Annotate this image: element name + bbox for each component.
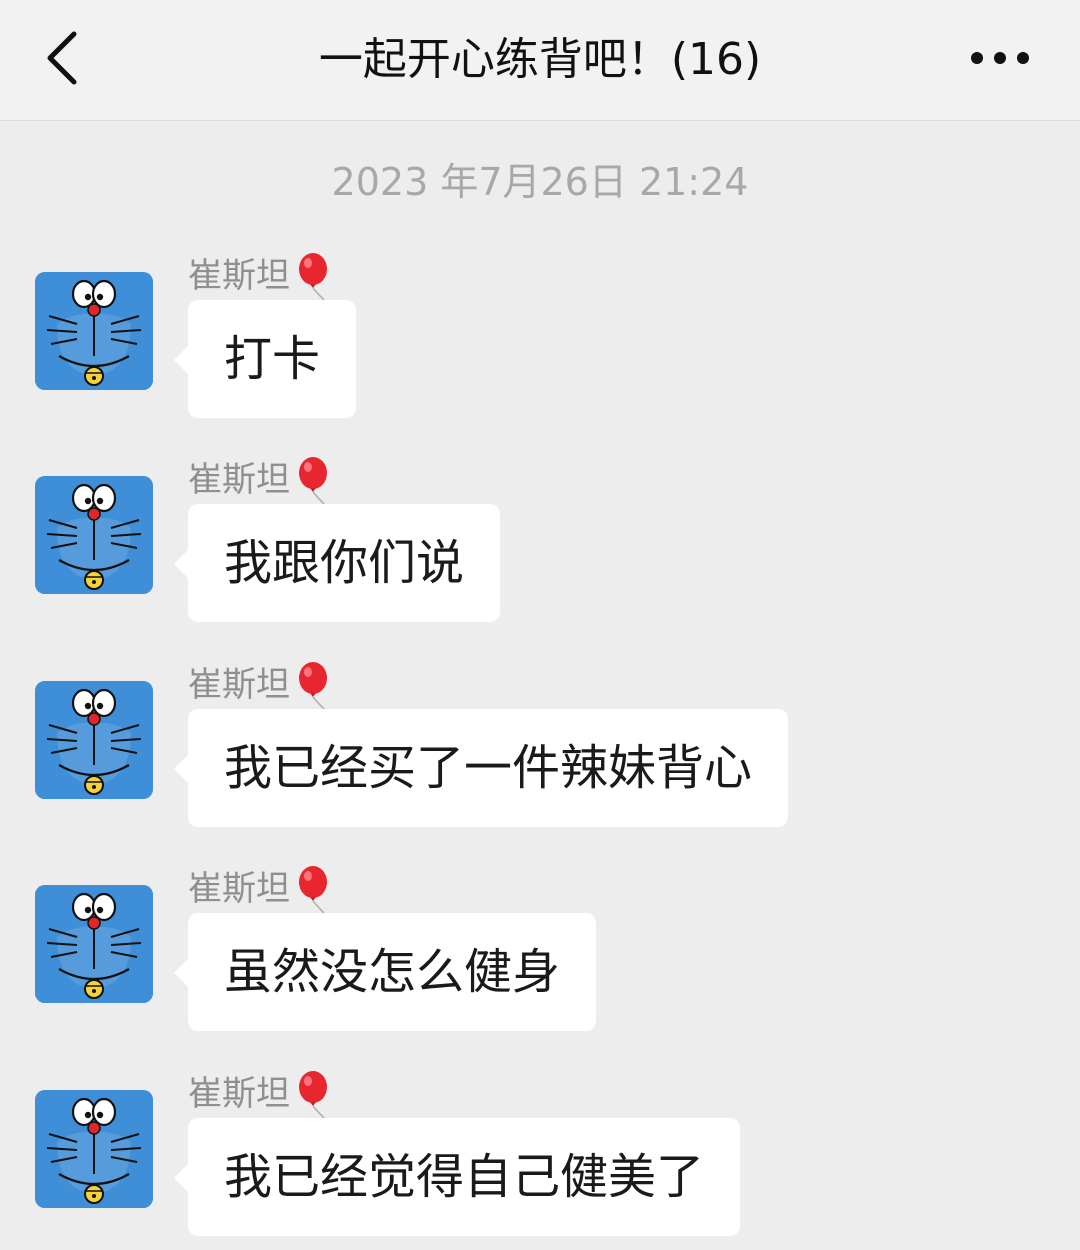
message-row: 崔斯坦 虽然没怎么健身 (0, 866, 1080, 1045)
red-balloon-icon (299, 866, 327, 914)
sender-name: 崔斯坦 (188, 256, 290, 296)
message-bubble[interactable]: 我已经买了一件辣妹背心 (173, 709, 789, 827)
chat-title: 一起开心练背吧！(16) (318, 34, 762, 85)
sender-name: 崔斯坦 (188, 460, 290, 500)
doraemon-avatar-icon (35, 272, 153, 390)
chat-timestamp: 2023 年7月26日 21:24 (331, 160, 749, 204)
message-row: 崔斯坦 打卡 (0, 253, 1080, 432)
more-dots-icon (971, 52, 1029, 64)
more-button[interactable] (960, 30, 1040, 86)
message-bubble[interactable]: 我已经觉得自己健美了 (173, 1118, 741, 1236)
sender-name: 崔斯坦 (188, 665, 290, 705)
sender-name: 崔斯坦 (188, 869, 290, 909)
doraemon-avatar-icon (35, 476, 153, 594)
message-row: 崔斯坦 我已经觉得自己健美了 (0, 1071, 1080, 1250)
chat-header: 一起开心练背吧！(16) (0, 0, 1080, 121)
red-balloon-icon (299, 1071, 327, 1119)
chevron-left-icon (47, 31, 77, 85)
message-bubble[interactable]: 我跟你们说 (173, 504, 501, 622)
sender-avatar[interactable] (35, 885, 153, 1003)
message-bubble[interactable]: 虽然没怎么健身 (173, 913, 597, 1031)
message-bubble[interactable]: 打卡 (173, 300, 357, 418)
sender-name: 崔斯坦 (188, 1074, 290, 1114)
back-button[interactable] (36, 26, 92, 90)
doraemon-avatar-icon (35, 885, 153, 1003)
doraemon-avatar-icon (35, 681, 153, 799)
sender-avatar[interactable] (35, 272, 153, 390)
red-balloon-icon (299, 662, 327, 710)
sender-avatar[interactable] (35, 1090, 153, 1208)
message-row: 崔斯坦 我跟你们说 (0, 457, 1080, 636)
doraemon-avatar-icon (35, 1090, 153, 1208)
red-balloon-icon (299, 457, 327, 505)
sender-avatar[interactable] (35, 681, 153, 799)
sender-avatar[interactable] (35, 476, 153, 594)
message-row: 崔斯坦 我已经买了一件辣妹背心 (0, 662, 1080, 841)
red-balloon-icon (299, 253, 327, 301)
